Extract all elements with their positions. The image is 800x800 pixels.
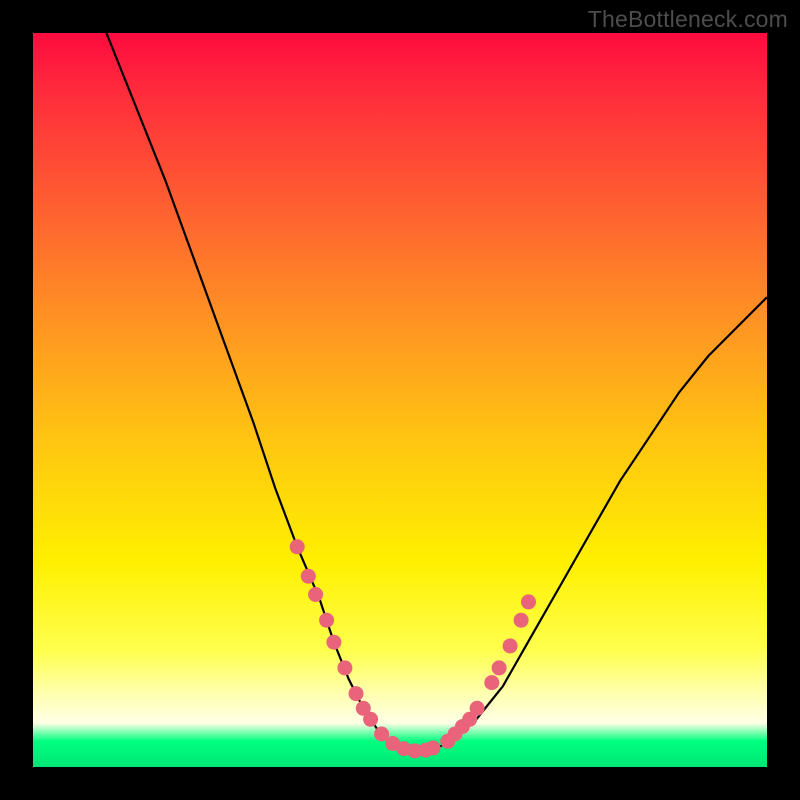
chart-frame: TheBottleneck.com xyxy=(0,0,800,800)
data-marker xyxy=(514,613,529,628)
data-marker xyxy=(470,701,485,716)
data-marker xyxy=(492,660,507,675)
data-marker xyxy=(426,740,441,755)
data-marker xyxy=(521,594,536,609)
chart-plot-area xyxy=(33,33,767,767)
markers-left xyxy=(290,539,441,758)
data-marker xyxy=(484,675,499,690)
data-marker xyxy=(301,569,316,584)
curve-line xyxy=(106,33,767,752)
watermark-text: TheBottleneck.com xyxy=(588,6,788,33)
data-marker xyxy=(363,712,378,727)
markers-right xyxy=(440,594,536,748)
curve-path xyxy=(106,33,767,752)
chart-overlay xyxy=(33,33,767,767)
data-marker xyxy=(349,686,364,701)
data-marker xyxy=(337,660,352,675)
data-marker xyxy=(290,539,305,554)
data-marker xyxy=(319,613,334,628)
data-marker xyxy=(326,635,341,650)
data-marker xyxy=(308,587,323,602)
data-marker xyxy=(503,638,518,653)
